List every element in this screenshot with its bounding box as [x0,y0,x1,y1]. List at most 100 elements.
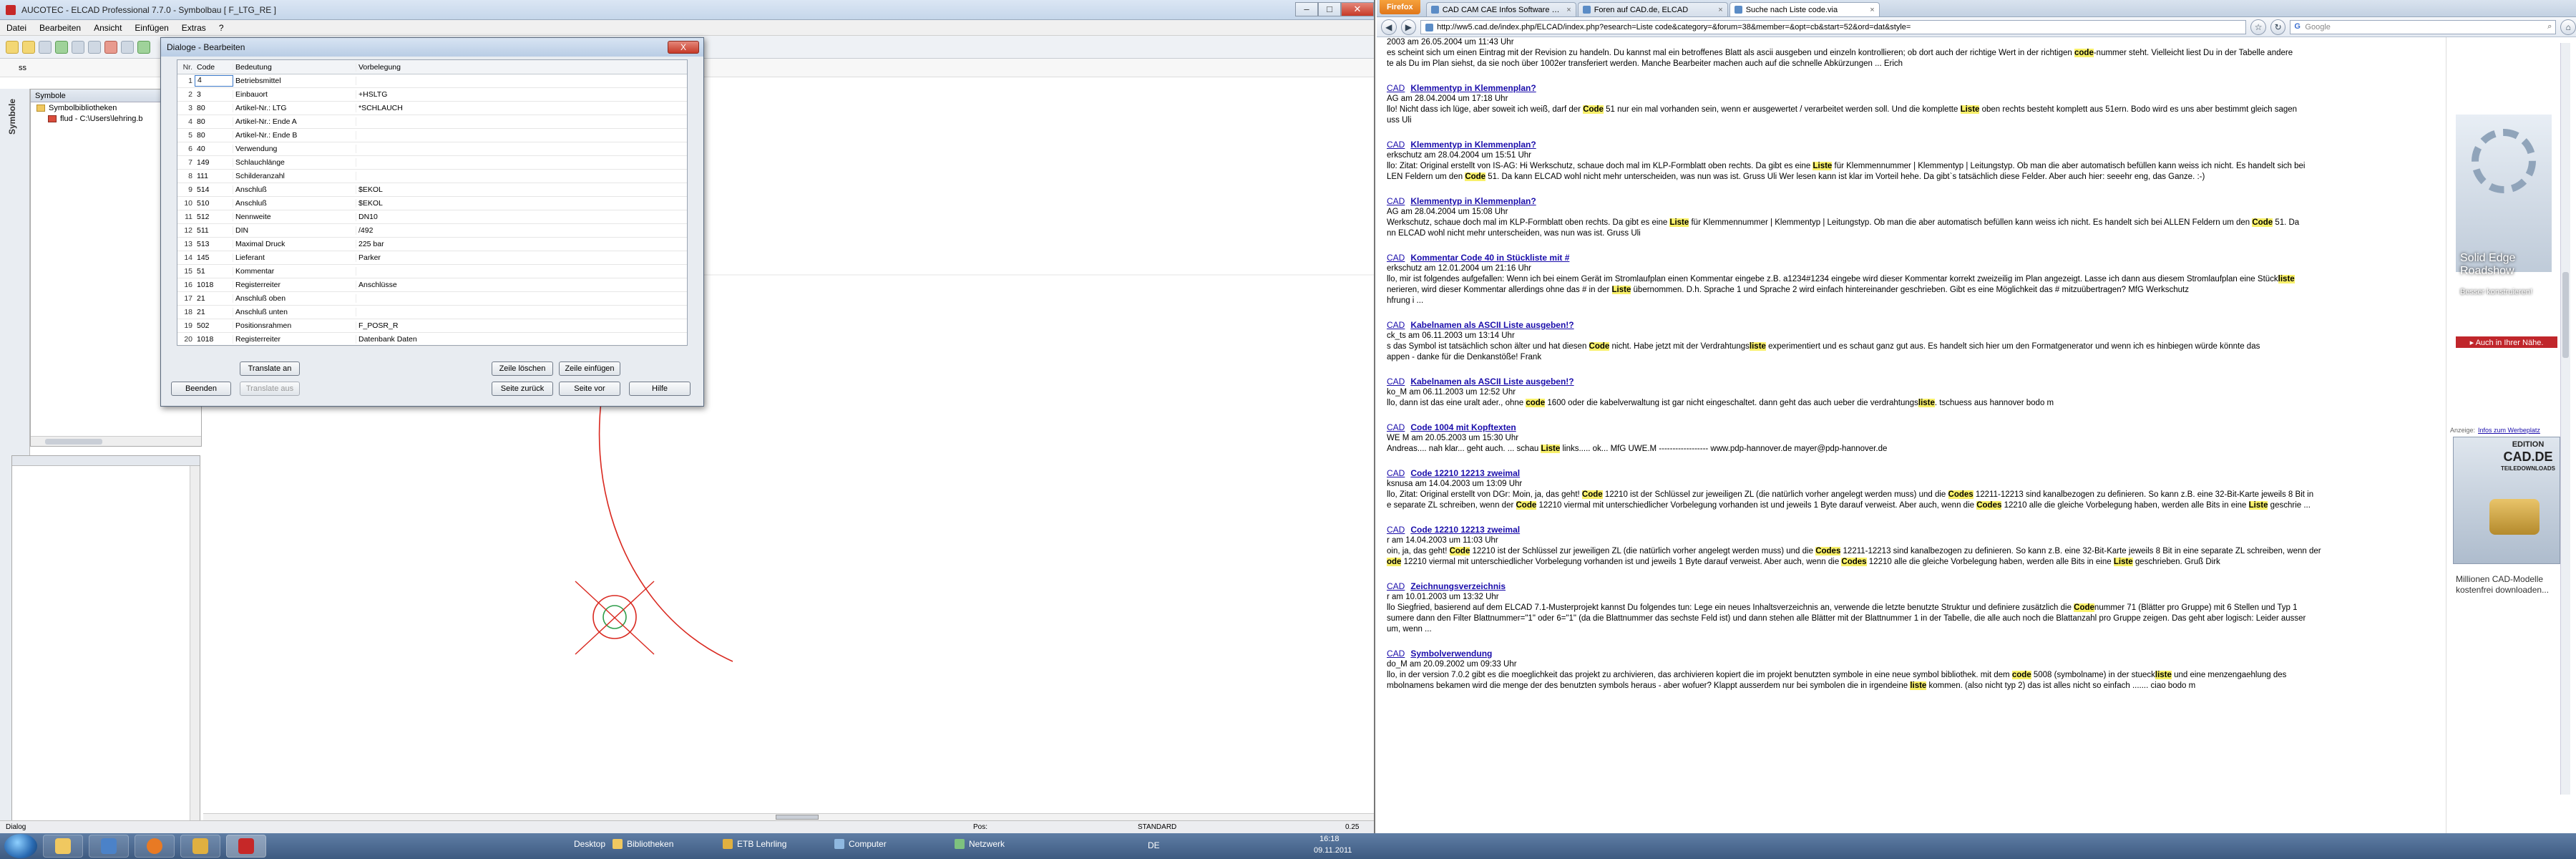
code-cell[interactable]: 1018 [195,335,233,344]
vorbelegung-cell[interactable]: $EKOL [356,199,687,208]
taskbar-firefox[interactable] [135,835,175,858]
horizontal-scrollbar[interactable] [31,436,201,446]
tray-language[interactable]: DE [1148,840,1160,850]
code-cell[interactable]: 40 [195,145,233,153]
bedeutung-cell[interactable]: Anschluß oben [233,294,356,303]
code-cell[interactable]: 149 [195,158,233,167]
page-vertical-scrollbar[interactable] [2560,43,2570,795]
table-row[interactable]: 5 80 Artikel-Nr.: Ende B [177,129,687,142]
menu-extras[interactable]: Extras [175,23,213,33]
code-cell[interactable]: 513 [195,240,233,248]
table-row[interactable]: 6 40 Verwendung [177,142,687,156]
code-cell[interactable]: 3 [195,90,233,99]
result-title-link[interactable]: Zeichnungsverzeichnis [1410,581,1506,591]
table-row[interactable]: 20 1018 Registerreiter Datenbank Daten [177,333,687,346]
result-source-link[interactable]: CAD [1387,525,1405,535]
taskbar-media-player[interactable] [89,835,129,858]
seite-vor-button[interactable]: Seite vor [559,382,620,396]
refresh-icon[interactable] [137,40,150,54]
result-source-link[interactable]: CAD [1387,196,1405,206]
bedeutung-cell[interactable]: Verwendung [233,145,356,153]
taskbar-elcad[interactable] [226,835,266,858]
vorbelegung-cell[interactable]: /492 [356,226,687,235]
code-cell[interactable]: 80 [195,104,233,112]
bedeutung-cell[interactable]: Betriebsmittel [233,77,356,85]
save-icon[interactable] [39,40,52,54]
code-cell[interactable]: 510 [195,199,233,208]
back-arrow-icon[interactable]: ◀ [1381,19,1397,35]
taskbar-netzwerk[interactable]: Netzwerk [955,839,1005,849]
taskbar-bibliotheken[interactable]: Bibliotheken [613,839,673,849]
vorbelegung-cell[interactable]: Anschlüsse [356,281,687,289]
table-row[interactable]: 17 21 Anschluß oben [177,292,687,306]
forward-arrow-icon[interactable]: ▶ [1400,19,1417,35]
code-cell[interactable]: 512 [195,213,233,221]
open-icon[interactable] [22,40,35,54]
table-row[interactable]: 14 145 Lieferant Parker [177,251,687,265]
symbol-search-input[interactable]: ss [19,64,26,72]
vorbelegung-cell[interactable]: +HSLTG [356,90,687,99]
table-row[interactable]: 7 149 Schlauchlänge [177,156,687,170]
vorbelegung-cell[interactable]: F_POSR_R [356,321,687,330]
table-row[interactable]: 16 1018 Registerreiter Anschlüsse [177,278,687,292]
bedeutung-cell[interactable]: Artikel-Nr.: LTG [233,104,356,112]
bedeutung-cell[interactable]: Lieferant [233,253,356,262]
result-title-link[interactable]: Kabelnamen als ASCII Liste ausgeben!? [1410,377,1574,387]
table-row[interactable]: 15 51 Kommentar [177,265,687,278]
bedeutung-cell[interactable]: Anschluß unten [233,308,356,316]
bedeutung-cell[interactable]: Einbauort [233,90,356,99]
zeile-loeschen-button[interactable]: Zeile löschen [492,361,553,376]
vorbelegung-cell[interactable]: $EKOL [356,185,687,194]
tab-symbole[interactable]: Symbole [7,99,17,135]
taskbar-computer[interactable]: Computer [834,839,887,849]
result-title-link[interactable]: Klemmentyp in Klemmenplan? [1410,140,1536,150]
browser-tab-active[interactable]: Suche nach Liste code.via × [1729,2,1880,16]
delete-icon[interactable] [104,40,117,54]
bedeutung-cell[interactable]: Nennweite [233,213,356,221]
tray-time[interactable]: 16:18 [1319,835,1340,843]
zeile-einfuegen-button[interactable]: Zeile einfügen [559,361,620,376]
menu-einfuegen[interactable]: Einfügen [128,23,175,33]
zoom-icon[interactable] [121,40,134,54]
result-title-link[interactable]: Code 12210 12213 zweimal [1410,525,1520,535]
result-source-link[interactable]: CAD [1387,377,1405,387]
vorbelegung-cell[interactable]: Parker [356,253,687,262]
table-row[interactable]: 4 80 Artikel-Nr.: Ende A [177,115,687,129]
table-row[interactable]: 3 80 Artikel-Nr.: LTG *SCHLAUCH [177,102,687,115]
beenden-button[interactable]: Beenden [171,382,231,396]
result-title-link[interactable]: Code 12210 12213 zweimal [1410,468,1520,478]
code-cell[interactable]: 145 [195,253,233,262]
bedeutung-cell[interactable]: Positionsrahmen [233,321,356,330]
bedeutung-cell[interactable]: Artikel-Nr.: Ende B [233,131,356,140]
new-icon[interactable] [6,40,19,54]
bedeutung-cell[interactable]: Kommentar [233,267,356,276]
result-title-link[interactable]: Code 1004 mit Kopftexten [1410,422,1516,432]
bedeutung-cell[interactable]: Maximal Druck [233,240,356,248]
reload-icon[interactable]: ↻ [2270,19,2286,35]
maximize-icon[interactable]: □ [1318,1,1341,16]
code-cell[interactable]: 80 [195,117,233,126]
browser-tab[interactable]: Foren auf CAD.de, ELCAD × [1577,2,1728,16]
vorbelegung-cell[interactable]: Datenbank Daten [356,335,687,344]
bedeutung-cell[interactable]: Schilderanzahl [233,172,356,180]
close-icon[interactable]: ✕ [1341,1,1374,16]
menu-bearbeiten[interactable]: Bearbeiten [33,23,87,33]
ad-info-link[interactable]: Infos zum Werbeplatz [2478,427,2540,434]
result-title-link[interactable]: Kommentar Code 40 in Stückliste mit # [1410,253,1569,263]
result-source-link[interactable]: CAD [1387,140,1405,150]
code-cell[interactable]: 1018 [195,281,233,289]
browser-tab[interactable]: CAD CAM CAE Infos Software und Fo... × [1425,2,1576,16]
dialog-close-icon[interactable]: X [668,41,699,54]
bedeutung-cell[interactable]: Anschluß [233,199,356,208]
bedeutung-cell[interactable]: Registerreiter [233,335,356,344]
translate-aus-button[interactable]: Translate aus [240,382,300,396]
tab-close-icon[interactable]: × [1566,6,1571,14]
vorbelegung-cell[interactable]: DN10 [356,213,687,221]
table-row[interactable]: 9 514 Anschluß $EKOL [177,183,687,197]
table-row[interactable]: 13 513 Maximal Druck 225 bar [177,238,687,251]
search-icon[interactable]: ⌕ [2547,22,2552,31]
code-cell[interactable]: 514 [195,185,233,194]
bedeutung-cell[interactable]: Registerreiter [233,281,356,289]
table-row[interactable]: 12 511 DIN/492 [177,224,687,238]
print-icon[interactable] [55,40,68,54]
